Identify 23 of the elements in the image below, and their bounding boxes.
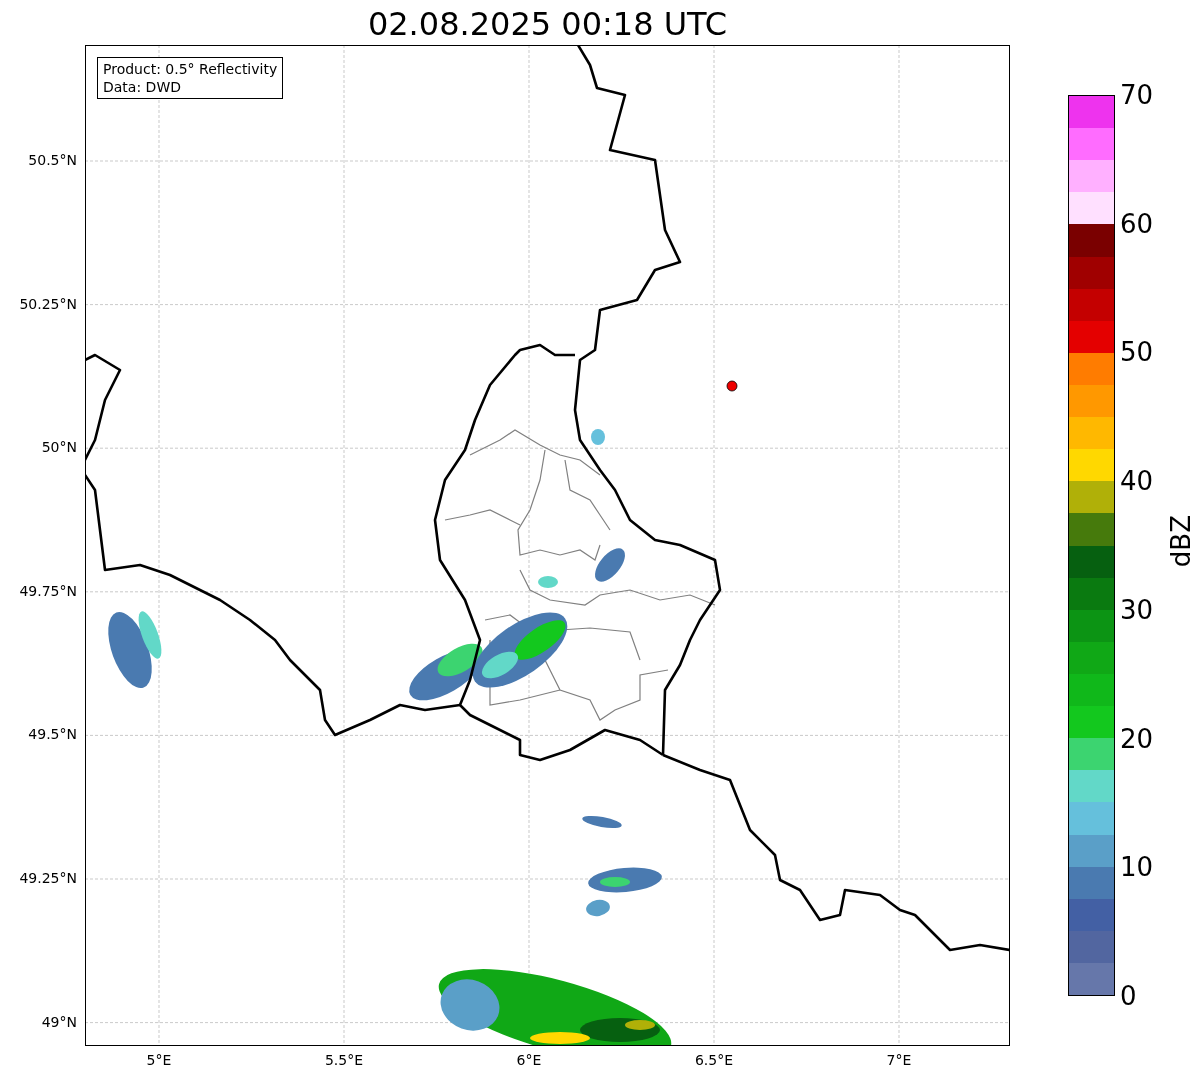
longitude-label: 6.5°E xyxy=(693,1052,735,1068)
latitude-label: 49°N xyxy=(41,1013,77,1030)
latitude-label: 49.75°N xyxy=(19,582,77,599)
longitude-label: 5°E xyxy=(145,1052,173,1068)
map-title: 02.08.2025 00:18 UTC xyxy=(366,4,729,45)
colorbar-tick-label: 10 xyxy=(1120,852,1154,883)
longitude-label: 5.5°E xyxy=(323,1052,365,1068)
latitude-label: 50.25°N xyxy=(19,295,77,312)
latitude-label: 49.5°N xyxy=(28,726,77,743)
colorbar-tick-label: 30 xyxy=(1120,594,1154,625)
info-box: Product: 0.5° Reflectivity Data: DWD xyxy=(97,57,284,99)
colorbar-tick-label: 50 xyxy=(1120,337,1154,368)
latitude-label: 49.25°N xyxy=(19,870,77,886)
colorbar-tick-label: 20 xyxy=(1120,723,1154,754)
colorbar-tick-label: 70 xyxy=(1120,80,1154,110)
colorbar-tick-label: 0 xyxy=(1120,981,1137,1011)
latitude-label: 50.5°N xyxy=(28,152,77,168)
colorbar-tick-label: 40 xyxy=(1120,466,1154,497)
longitude-label: 6°E xyxy=(515,1052,543,1068)
longitude-label: 7°E xyxy=(885,1052,913,1068)
colorbar-label: dBZ xyxy=(1166,515,1196,568)
colorbar-tick-label: 60 xyxy=(1120,208,1154,239)
latitude-label: 50°N xyxy=(41,439,77,456)
